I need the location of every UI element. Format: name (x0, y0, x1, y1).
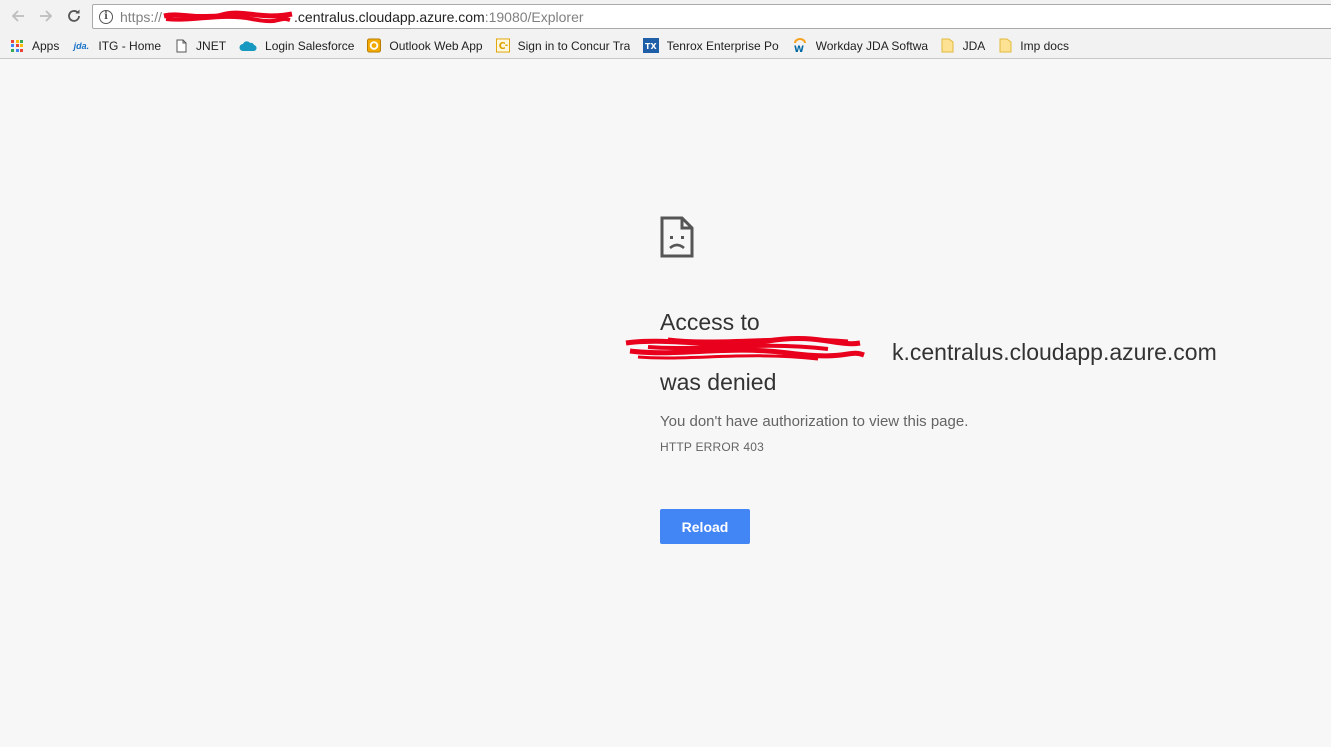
back-button[interactable] (7, 5, 29, 27)
bookmark-outlook[interactable]: Outlook Web App (367, 38, 483, 53)
workday-icon: W (792, 38, 808, 53)
bookmark-jnet[interactable]: JNET (174, 39, 226, 53)
url-path: :19080/Explorer (484, 8, 584, 25)
back-arrow-icon (11, 10, 24, 22)
reload-button[interactable]: Reload (660, 509, 750, 544)
url-host: .centralus.cloudapp.azure.com (294, 8, 485, 25)
forward-button[interactable] (35, 5, 57, 27)
folder-icon (998, 38, 1012, 53)
bookmark-itg-home[interactable]: jda. ITG - Home (72, 39, 161, 53)
bookmark-label: Sign in to Concur Tra (517, 38, 630, 53)
bookmark-workday[interactable]: W Workday JDA Softwar (792, 38, 928, 53)
tenrox-icon: TX (642, 38, 659, 53)
heading-line-3: was denied (660, 369, 777, 395)
bookmark-label: ITG - Home (98, 38, 162, 53)
bookmark-imp-docs-folder[interactable]: Imp docs (998, 38, 1069, 53)
info-icon[interactable]: i (99, 9, 113, 24)
svg-text:W: W (794, 45, 804, 53)
bookmark-label: Imp docs (1020, 38, 1069, 53)
bookmark-label: JDA (962, 38, 986, 53)
page-icon (174, 39, 188, 53)
heading-line-1: Access to (660, 309, 760, 335)
outlook-icon (367, 38, 382, 53)
host-redaction (625, 335, 892, 365)
bookmark-apps[interactable]: Apps (10, 39, 59, 53)
error-message: You don't have authorization to view thi… (660, 413, 969, 430)
bookmark-label: JNET (196, 38, 227, 53)
url-redaction (162, 10, 294, 24)
bookmark-label: Workday JDA Softwar (815, 38, 928, 53)
heading-host-line: k.centralus.cloudapp.azure.com (625, 335, 1217, 367)
bookmark-jda-folder[interactable]: JDA (941, 38, 986, 53)
browser-toolbar: i https:// .centralus.cloudapp.azure.com… (0, 0, 1331, 33)
apps-grid-icon (10, 39, 24, 53)
bookmark-concur[interactable]: C Sign in to Concur Tra (495, 38, 630, 53)
sad-document-icon (660, 216, 694, 258)
bookmark-salesforce[interactable]: Login Salesforce (239, 39, 354, 53)
error-code: HTTP ERROR 403 (660, 440, 764, 454)
jda-logo-icon: jda. (73, 40, 90, 51)
svg-text:C: C (498, 41, 505, 52)
bookmarks-bar: Apps jda. ITG - Home JNET Login Salesfor… (0, 33, 1331, 59)
bookmark-label: Tenrox Enterprise Por (666, 38, 779, 53)
bookmark-tenrox[interactable]: TX Tenrox Enterprise Por (642, 38, 779, 53)
bookmark-label: Login Salesforce (265, 38, 355, 53)
reload-icon (68, 9, 80, 22)
forward-arrow-icon (40, 10, 53, 22)
concur-icon: C (495, 38, 510, 53)
bookmark-label: Outlook Web App (389, 38, 483, 53)
salesforce-cloud-icon (239, 39, 257, 53)
svg-text:TX: TX (645, 42, 657, 51)
url-scheme: https:// (120, 8, 163, 25)
folder-icon (941, 38, 955, 53)
error-heading: Access to k.centralus.cloudapp.azure.com… (625, 307, 1217, 397)
bookmark-label: Apps (32, 38, 60, 53)
address-bar[interactable]: i https:// .centralus.cloudapp.azure.com… (92, 4, 1331, 29)
heading-host: k.centralus.cloudapp.azure.com (892, 339, 1217, 365)
reload-toolbar-button[interactable] (63, 5, 85, 27)
